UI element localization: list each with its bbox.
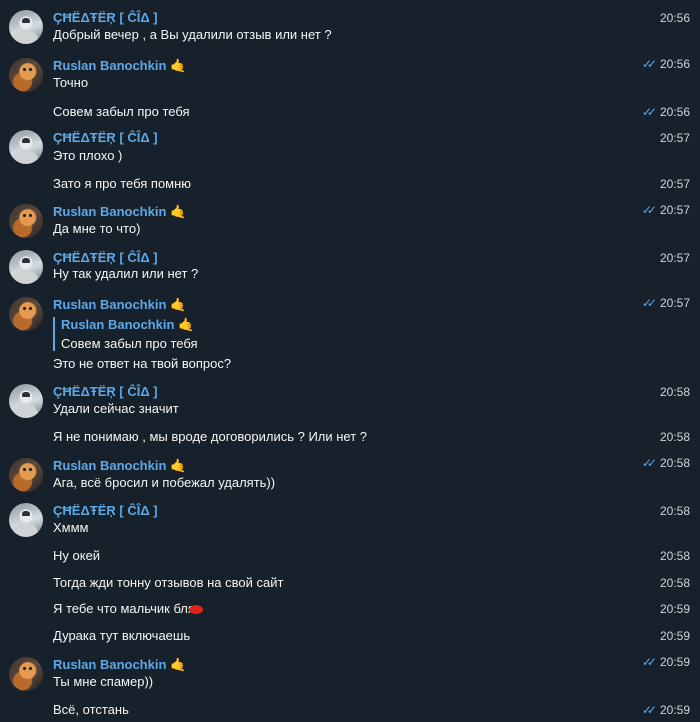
message-time: 20:58 xyxy=(659,430,690,444)
message-time: ✓✓ 20:59 xyxy=(642,702,690,718)
message-time: 20:58 xyxy=(659,385,690,399)
call-me-hand-icon: 🤙 xyxy=(170,298,187,313)
call-me-hand-icon: 🤙 xyxy=(170,459,187,474)
sender-name-text: Ruslan Banochkin xyxy=(53,204,167,219)
double-check-icon: ✓✓ xyxy=(641,296,657,310)
message-time: ✓✓ 20:56 xyxy=(642,104,690,120)
reply-sender-text: Ruslan Banochkin xyxy=(61,317,175,332)
double-check-icon: ✓✓ xyxy=(641,203,657,217)
reply-sender: Ruslan Banochkin 🤙 xyxy=(61,317,198,334)
reply-quote[interactable]: Ruslan Banochkin 🤙 Совем забыл про тебя xyxy=(53,317,198,351)
message-time-text: 20:56 xyxy=(659,105,690,119)
message-time: 20:59 xyxy=(659,629,690,643)
redaction-mark xyxy=(188,605,203,614)
message-time: ✓✓ 20:58 xyxy=(642,455,690,471)
double-check-icon: ✓✓ xyxy=(641,703,657,717)
cheater-avatar[interactable] xyxy=(9,10,43,44)
message-time: 20:57 xyxy=(659,251,690,265)
cheater-avatar[interactable] xyxy=(9,250,43,284)
message-time: ✓✓ 20:56 xyxy=(642,56,690,72)
sender-name[interactable]: Ruslan Banochkin 🤙 xyxy=(53,204,187,221)
call-me-hand-icon: 🤙 xyxy=(178,318,195,333)
cheater-avatar[interactable] xyxy=(9,130,43,164)
cheater-avatar[interactable] xyxy=(9,503,43,537)
message-text: Всё, отстань xyxy=(53,702,129,717)
message-time: 20:57 xyxy=(659,131,690,145)
message-time: ✓✓ 20:57 xyxy=(642,202,690,218)
ruslan-avatar[interactable] xyxy=(9,297,43,331)
ruslan-avatar[interactable] xyxy=(9,657,43,691)
message-text: Совем забыл про тебя xyxy=(53,104,190,119)
message-time-text: 20:59 xyxy=(659,655,690,669)
sender-name[interactable]: Ruslan Banochkin 🤙 xyxy=(53,657,187,674)
message-time: 20:58 xyxy=(659,504,690,518)
message-text: Хммм xyxy=(53,520,89,535)
sender-name[interactable]: ÇĦËΔŦËŖ [ ĈÎΔ ] xyxy=(53,10,158,26)
message-time: ✓✓ 20:57 xyxy=(642,295,690,311)
sender-name-text: Ruslan Banochkin xyxy=(53,458,167,473)
message-text: Ага, всё бросил и побежал удалять)) xyxy=(53,475,276,490)
message-text-content: Я тебе что мальчик бля xyxy=(53,601,195,616)
sender-name[interactable]: ÇĦËΔŦËŖ [ ĈÎΔ ] xyxy=(53,250,158,266)
message-text: Я тебе что мальчик бля xyxy=(53,601,203,617)
message-text: Это не ответ на твой вопрос? xyxy=(53,356,232,371)
message-text: Ну так удалил или нет ? xyxy=(53,266,199,281)
sender-name-text: Ruslan Banochkin xyxy=(53,297,167,312)
message-text: Да мне то что) xyxy=(53,221,141,236)
message-text: Ты мне спамер)) xyxy=(53,674,154,689)
message-time: 20:58 xyxy=(659,549,690,563)
message-text: Дурака тут включаешь xyxy=(53,628,191,643)
message-text: Точно xyxy=(53,75,89,90)
sender-name-text: Ruslan Banochkin xyxy=(53,657,167,672)
message-time: 20:59 xyxy=(659,602,690,616)
sender-name[interactable]: Ruslan Banochkin 🤙 xyxy=(53,458,187,475)
sender-name[interactable]: ÇĦËΔŦËŖ [ ĈÎΔ ] xyxy=(53,130,158,146)
message-time-text: 20:58 xyxy=(659,456,690,470)
double-check-icon: ✓✓ xyxy=(641,105,657,119)
message-time: 20:58 xyxy=(659,576,690,590)
sender-name[interactable]: ÇĦËΔŦËŖ [ ĈÎΔ ] xyxy=(53,384,158,400)
message-time: 20:56 xyxy=(659,11,690,25)
double-check-icon: ✓✓ xyxy=(641,57,657,71)
ruslan-avatar[interactable] xyxy=(9,204,43,238)
message-text: Зато я про тебя помню xyxy=(53,176,192,191)
sender-name[interactable]: Ruslan Banochkin 🤙 xyxy=(53,58,187,75)
ruslan-avatar[interactable] xyxy=(9,58,43,92)
call-me-hand-icon: 🤙 xyxy=(170,658,187,673)
message-text: Я не понимаю , мы вроде договорились ? И… xyxy=(53,429,368,444)
message-time-text: 20:57 xyxy=(659,203,690,217)
sender-name[interactable]: ÇĦËΔŦËŖ [ ĈÎΔ ] xyxy=(53,503,158,519)
message-text: Тогда жди тонну отзывов на свой сайт xyxy=(53,575,284,590)
message-text: Это плохо ) xyxy=(53,148,123,163)
message-text: Удали сейчас значит xyxy=(53,401,179,416)
sender-name-text: Ruslan Banochkin xyxy=(53,58,167,73)
message-time-text: 20:56 xyxy=(659,57,690,71)
cheater-avatar[interactable] xyxy=(9,384,43,418)
message-text: Добрый вечер , а Вы удалили отзыв или не… xyxy=(53,27,332,42)
ruslan-avatar[interactable] xyxy=(9,458,43,492)
call-me-hand-icon: 🤙 xyxy=(170,59,187,74)
sender-name[interactable]: Ruslan Banochkin 🤙 xyxy=(53,297,187,314)
message-text: Ну окей xyxy=(53,548,101,563)
message-time-text: 20:59 xyxy=(659,703,690,717)
double-check-icon: ✓✓ xyxy=(641,655,657,669)
message-time: ✓✓ 20:59 xyxy=(642,654,690,670)
double-check-icon: ✓✓ xyxy=(641,456,657,470)
reply-text: Совем забыл про тебя xyxy=(61,336,198,351)
chat-history[interactable]: ÇĦËΔŦËŖ [ ĈÎΔ ] 20:56 Добрый вечер , а В… xyxy=(0,0,700,722)
message-time-text: 20:57 xyxy=(659,296,690,310)
message-time: 20:57 xyxy=(659,177,690,191)
call-me-hand-icon: 🤙 xyxy=(170,205,187,220)
